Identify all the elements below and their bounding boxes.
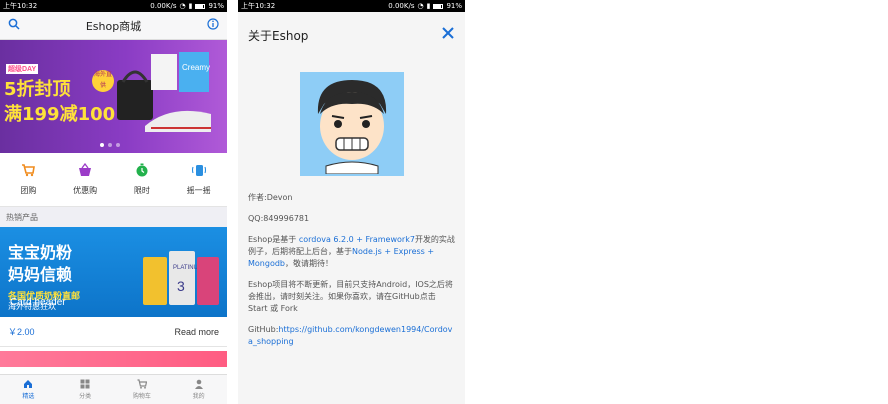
app-title: Eshop商城 bbox=[85, 19, 142, 33]
category-discount[interactable]: 优惠购 bbox=[57, 153, 114, 206]
tab-label: 精选 bbox=[22, 393, 35, 400]
popup-header: 关于Eshop bbox=[238, 12, 465, 58]
category-label: 摇一摇 bbox=[186, 186, 211, 195]
next-product-card[interactable] bbox=[0, 351, 227, 367]
tab-profile[interactable]: 我的 bbox=[170, 375, 227, 404]
banner-pagination[interactable] bbox=[100, 143, 120, 147]
card-title-line1: 宝宝奶粉 bbox=[8, 243, 73, 262]
tab-label: 购物车 bbox=[132, 393, 151, 400]
user-icon bbox=[194, 379, 203, 389]
author-line: 作者:Devon bbox=[248, 193, 293, 202]
shop-home-screen: 上午10:32 0.00K/s ◔ ▮ 91% Eshop商城 超级DAY 5折… bbox=[0, 0, 227, 404]
qq-line: QQ:849996781 bbox=[248, 214, 310, 223]
category-label: 优惠购 bbox=[73, 186, 98, 195]
product-card-image[interactable]: 宝宝奶粉 妈妈信赖 各国优质奶粉直邮 海外特惠狂欢 Card header PL… bbox=[0, 227, 227, 317]
author-avatar bbox=[299, 72, 404, 176]
about-text: ，敬请期待！ bbox=[285, 259, 333, 268]
tab-bar: 精选 分类 购物车 我的 bbox=[0, 374, 227, 404]
category-flash-sale[interactable]: 限时 bbox=[114, 153, 171, 206]
tab-category[interactable]: 分类 bbox=[57, 375, 114, 404]
grid-icon bbox=[80, 379, 90, 389]
cordova-link[interactable]: cordova 6.2.0 + Framework7 bbox=[299, 235, 415, 244]
svg-text:3: 3 bbox=[177, 278, 185, 294]
wifi-icon: ◔ bbox=[417, 2, 424, 10]
battery-level: 91% bbox=[208, 2, 224, 10]
about-popup-screen: 上午10:32 0.00K/s ◔ ▮ 91% 关于Eshop 作者:Devon… bbox=[238, 0, 465, 404]
github-link[interactable]: https://github.com/kongdewen1994/Cordova… bbox=[248, 325, 452, 346]
banner-headline: 5折封顶 bbox=[4, 79, 71, 100]
read-more-link[interactable]: Read more bbox=[174, 327, 219, 337]
timer-icon bbox=[136, 163, 148, 177]
tab-label: 我的 bbox=[192, 393, 205, 400]
navbar: Eshop商城 bbox=[0, 12, 227, 40]
banner-subline: 满199减100 bbox=[4, 104, 116, 125]
shake-icon bbox=[191, 165, 206, 176]
battery-level: 91% bbox=[446, 2, 462, 10]
tab-cart[interactable]: 购物车 bbox=[114, 375, 171, 404]
tab-featured[interactable]: 精选 bbox=[0, 375, 57, 404]
github-line: GitHub:https://github.com/kongdewen1994/… bbox=[248, 324, 455, 348]
product-card-footer: ￥2.00 Read more bbox=[0, 317, 227, 347]
about-paragraph-1: Eshop是基于 cordova 6.2.0 + Framework7开发的实战… bbox=[248, 234, 455, 270]
section-title: 热销产品 bbox=[0, 207, 227, 227]
category-label: 团购 bbox=[20, 186, 37, 195]
basket-icon bbox=[79, 163, 92, 176]
info-icon[interactable] bbox=[207, 17, 219, 35]
status-time: 上午10:32 bbox=[3, 2, 38, 10]
about-paragraph-2: Eshop项目将不断更新，目前只支持Android，IOS之后将会推出，请时刻关… bbox=[248, 280, 453, 313]
close-icon[interactable] bbox=[441, 26, 455, 45]
card-title-line2: 妈妈信赖 bbox=[8, 265, 73, 284]
cartoon-face-image bbox=[317, 80, 386, 174]
pagination-dot[interactable] bbox=[100, 143, 104, 147]
promo-banner[interactable]: 超级DAY 5折封顶 满199减100 海外直供 Creamy bbox=[0, 40, 227, 153]
network-speed: 0.00K/s bbox=[150, 2, 177, 10]
popup-title: 关于Eshop bbox=[248, 28, 309, 43]
category-label: 限时 bbox=[133, 186, 150, 195]
battery-icon bbox=[433, 3, 444, 9]
about-text: Eshop是基于 bbox=[248, 235, 299, 244]
formula-cans-image: PLATINUM 3 bbox=[143, 251, 219, 305]
signal-icon: ▮ bbox=[426, 2, 431, 10]
signal-icon: ▮ bbox=[188, 2, 193, 10]
network-speed: 0.00K/s bbox=[388, 2, 415, 10]
card-header: Card header bbox=[10, 297, 66, 308]
banner-tag: 超级DAY bbox=[6, 64, 39, 74]
battery-icon bbox=[195, 3, 206, 9]
banner-products-image: Creamy bbox=[117, 52, 211, 132]
search-icon[interactable] bbox=[8, 17, 20, 35]
status-bar: 上午10:32 0.00K/s ◔ ▮ 91% bbox=[0, 0, 227, 12]
tab-label: 分类 bbox=[79, 393, 92, 400]
pagination-dot[interactable] bbox=[116, 143, 120, 147]
wifi-icon: ◔ bbox=[179, 2, 186, 10]
product-price: ￥2.00 bbox=[8, 327, 35, 337]
about-info: 作者:Devon QQ:849996781 Eshop是基于 cordova 6… bbox=[238, 192, 465, 348]
home-icon bbox=[24, 380, 33, 388]
pagination-dot[interactable] bbox=[108, 143, 112, 147]
category-row: 团购 优惠购 限时 摇一摇 bbox=[0, 153, 227, 207]
cart-icon bbox=[137, 379, 147, 389]
svg-text:Creamy: Creamy bbox=[182, 63, 210, 72]
category-group-buy[interactable]: 团购 bbox=[0, 153, 57, 206]
status-bar: 上午10:32 0.00K/s ◔ ▮ 91% bbox=[238, 0, 465, 12]
cart-icon bbox=[22, 164, 36, 177]
github-label: GitHub: bbox=[248, 325, 279, 334]
category-shake[interactable]: 摇一摇 bbox=[170, 153, 227, 206]
status-time: 上午10:32 bbox=[241, 2, 276, 10]
